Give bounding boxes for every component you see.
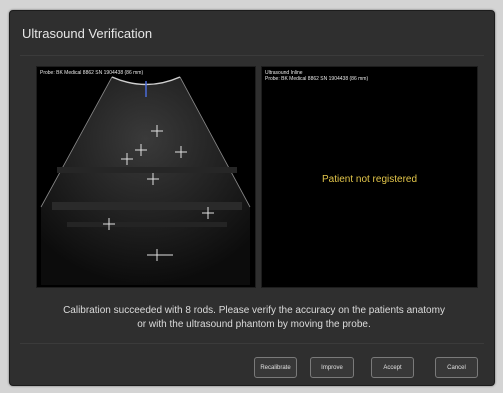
dialog-title: Ultrasound Verification <box>22 26 153 41</box>
calibration-result-message: Calibration succeeded with 8 rods. Pleas… <box>24 304 484 332</box>
recalibrate-button[interactable]: Recalibrate <box>254 357 297 378</box>
instruction-line-2: or with the ultrasound phantom by moving… <box>137 319 371 330</box>
improve-button[interactable]: Improve <box>310 357 354 378</box>
title-divider <box>20 55 484 56</box>
cancel-button[interactable]: Cancel <box>435 357 478 378</box>
probe-label: Probe: BK Medical 8862 SN 1904438 (86 mm… <box>265 76 369 82</box>
ultrasound-image-view[interactable]: Probe: BK Medical 8862 SN 1904438 (86 mm… <box>36 66 256 288</box>
probe-label: Probe: BK Medical 8862 SN 1904438 (86 mm… <box>40 70 144 76</box>
ultrasound-inline-view[interactable]: Ultrasound Inline Probe: BK Medical 8862… <box>261 66 478 288</box>
ultrasound-image <box>40 76 251 285</box>
accept-button[interactable]: Accept <box>371 357 414 378</box>
instruction-line-1: Calibration succeeded with 8 rods. Pleas… <box>63 305 445 316</box>
patient-status-message: Patient not registered <box>321 174 418 185</box>
footer-divider <box>20 343 484 344</box>
